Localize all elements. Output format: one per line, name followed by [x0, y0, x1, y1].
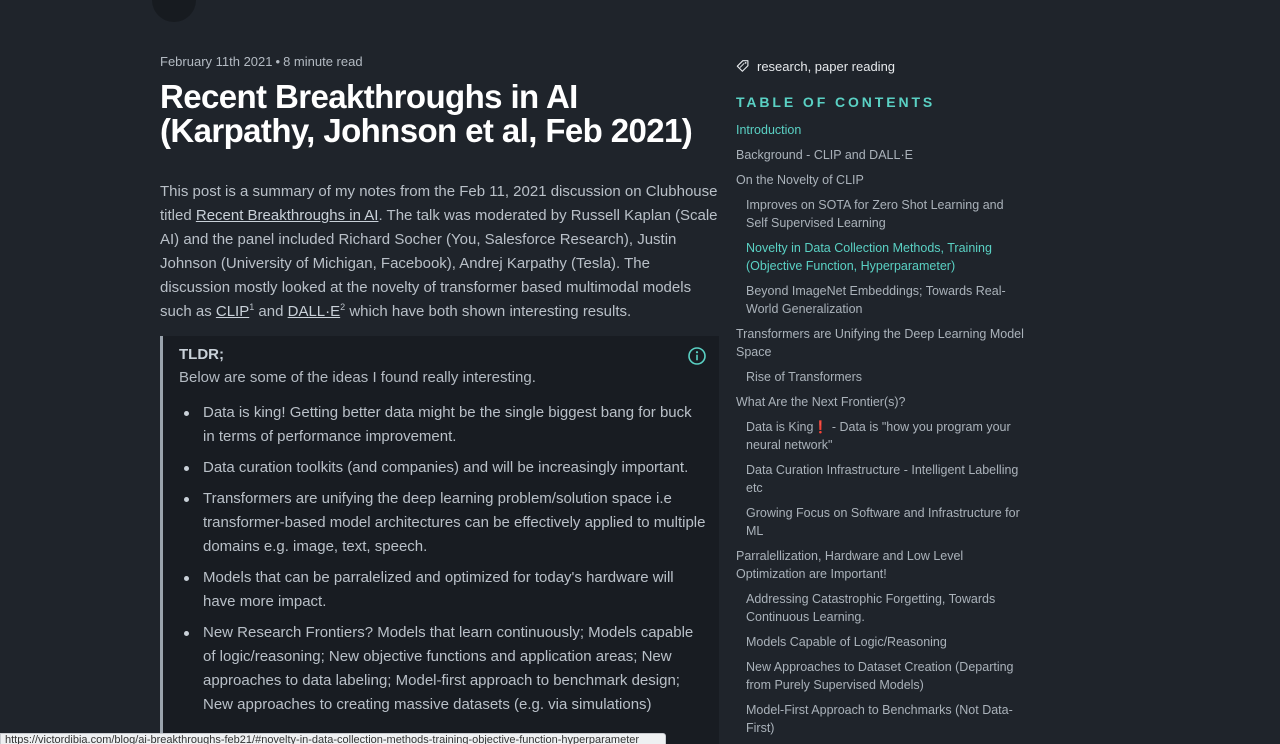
- post-tags: research, paper reading: [736, 56, 1026, 76]
- intro-text: and: [254, 303, 288, 320]
- toc-item-label: Improves on SOTA for Zero Shot Learning …: [746, 198, 1004, 230]
- toc-item[interactable]: Transformers are Unifying the Deep Learn…: [736, 325, 1026, 361]
- article: February 11th 2021 • 8 minute read Recent …: [160, 54, 720, 744]
- toc-item[interactable]: Addressing Catastrophic Forgetting, Towa…: [736, 590, 1026, 626]
- toc-item-label: Model-First Approach to Benchmarks (Not …: [746, 703, 1013, 735]
- tags-text[interactable]: research, paper reading: [757, 59, 895, 74]
- clip-link[interactable]: CLIP: [216, 303, 249, 320]
- post-date: February 11th 2021: [160, 54, 273, 69]
- tag-icon: [736, 60, 749, 72]
- meta-separator: •: [275, 54, 281, 69]
- toc-item[interactable]: Parralellization, Hardware and Low Level…: [736, 547, 1026, 583]
- toc-item[interactable]: Growing Focus on Software and Infrastruc…: [736, 504, 1026, 540]
- toc-item-label: Data Curation Infrastructure - Intellige…: [746, 463, 1019, 495]
- toc-item-label: Beyond ImageNet Embeddings; Towards Real…: [746, 284, 1006, 316]
- toc-item[interactable]: Model-First Approach to Benchmarks (Not …: [736, 701, 1026, 737]
- toc-item-label: On the Novelty of CLIP: [736, 173, 864, 187]
- intro-text: which have both shown interesting result…: [345, 303, 632, 320]
- talk-link[interactable]: Recent Breakthroughs in AI: [196, 207, 379, 224]
- toc-item-label: Growing Focus on Software and Infrastruc…: [746, 506, 1020, 538]
- toc-item[interactable]: Data is King❗ - Data is "how you program…: [736, 418, 1026, 454]
- toc-item[interactable]: New Approaches to Dataset Creation (Depa…: [736, 658, 1026, 694]
- list-item: Transformers are unifying the deep learn…: [179, 487, 707, 559]
- info-icon: [688, 347, 706, 365]
- toc-item[interactable]: What Are the Next Frontier(s)?: [736, 393, 1026, 411]
- toc-item[interactable]: Models Capable of Logic/Reasoning: [736, 633, 1026, 651]
- tldr-title: TLDR;: [179, 346, 224, 363]
- toc-item[interactable]: Background - CLIP and DALL·E: [736, 146, 1026, 164]
- post-meta: February 11th 2021 • 8 minute read: [160, 54, 720, 72]
- status-bar-url: https://victordibia.com/blog/ai-breakthr…: [0, 733, 666, 744]
- toc-item-label: Parralellization, Hardware and Low Level…: [736, 549, 964, 581]
- page: February 11th 2021 • 8 minute read Recent …: [0, 0, 1280, 744]
- tldr-list: Data is king! Getting better data might …: [179, 401, 719, 717]
- toc-item-label: Rise of Transformers: [746, 370, 863, 384]
- toc-heading: TABLE OF CONTENTS: [736, 94, 936, 110]
- toc-item-label: Background - CLIP and DALL·E: [736, 148, 913, 162]
- toc-item[interactable]: On the Novelty of CLIP: [736, 171, 1026, 189]
- toc-item-label: What Are the Next Frontier(s)?: [736, 395, 906, 409]
- toc-item[interactable]: Rise of Transformers: [736, 368, 1026, 386]
- list-item: New Research Frontiers? Models that lear…: [179, 621, 707, 717]
- exclamation-icon: ❗: [813, 420, 829, 434]
- toc-item-label: Data is King: [746, 420, 814, 434]
- tldr-subtitle: Below are some of the ideas I found real…: [179, 369, 536, 386]
- toc-item[interactable]: Novelty in Data Collection Methods, Trai…: [736, 239, 1026, 275]
- toc-item-label: Novelty in Data Collection Methods, Trai…: [746, 241, 992, 273]
- toc-item-label: Transformers are Unifying the Deep Learn…: [736, 327, 1024, 359]
- toc-item-label: New Approaches to Dataset Creation (Depa…: [746, 660, 1014, 692]
- list-item: Data curation toolkits (and companies) a…: [179, 456, 707, 480]
- list-item: Data is king! Getting better data might …: [179, 401, 707, 449]
- table-of-contents: Introduction Background - CLIP and DALL·E…: [736, 121, 1026, 737]
- toc-item[interactable]: Introduction: [736, 121, 1026, 139]
- toc-item[interactable]: Beyond ImageNet Embeddings; Towards Real…: [736, 282, 1026, 318]
- intro-paragraph: This post is a summary of my notes from …: [160, 180, 720, 324]
- toc-item[interactable]: Improves on SOTA for Zero Shot Learning …: [736, 196, 1026, 232]
- page-title: Recent Breakthroughs in AI (Karpathy, Jo…: [160, 78, 693, 149]
- read-time: 8 minute read: [283, 54, 363, 69]
- sidebar: research, paper reading TABLE OF CONTENT…: [736, 56, 1026, 744]
- list-item: Models that can be parralelized and opti…: [179, 566, 707, 614]
- tldr-callout: TLDR; Below are some of the ideas I foun…: [160, 336, 719, 744]
- dalle-link[interactable]: DALL·E: [288, 303, 341, 320]
- toc-item-label: Models Capable of Logic/Reasoning: [746, 635, 947, 649]
- toc-item[interactable]: Data Curation Infrastructure - Intellige…: [736, 461, 1026, 497]
- avatar[interactable]: [152, 0, 196, 22]
- toc-item-label: Introduction: [736, 123, 802, 137]
- toc-item-label: Addressing Catastrophic Forgetting, Towa…: [746, 592, 996, 624]
